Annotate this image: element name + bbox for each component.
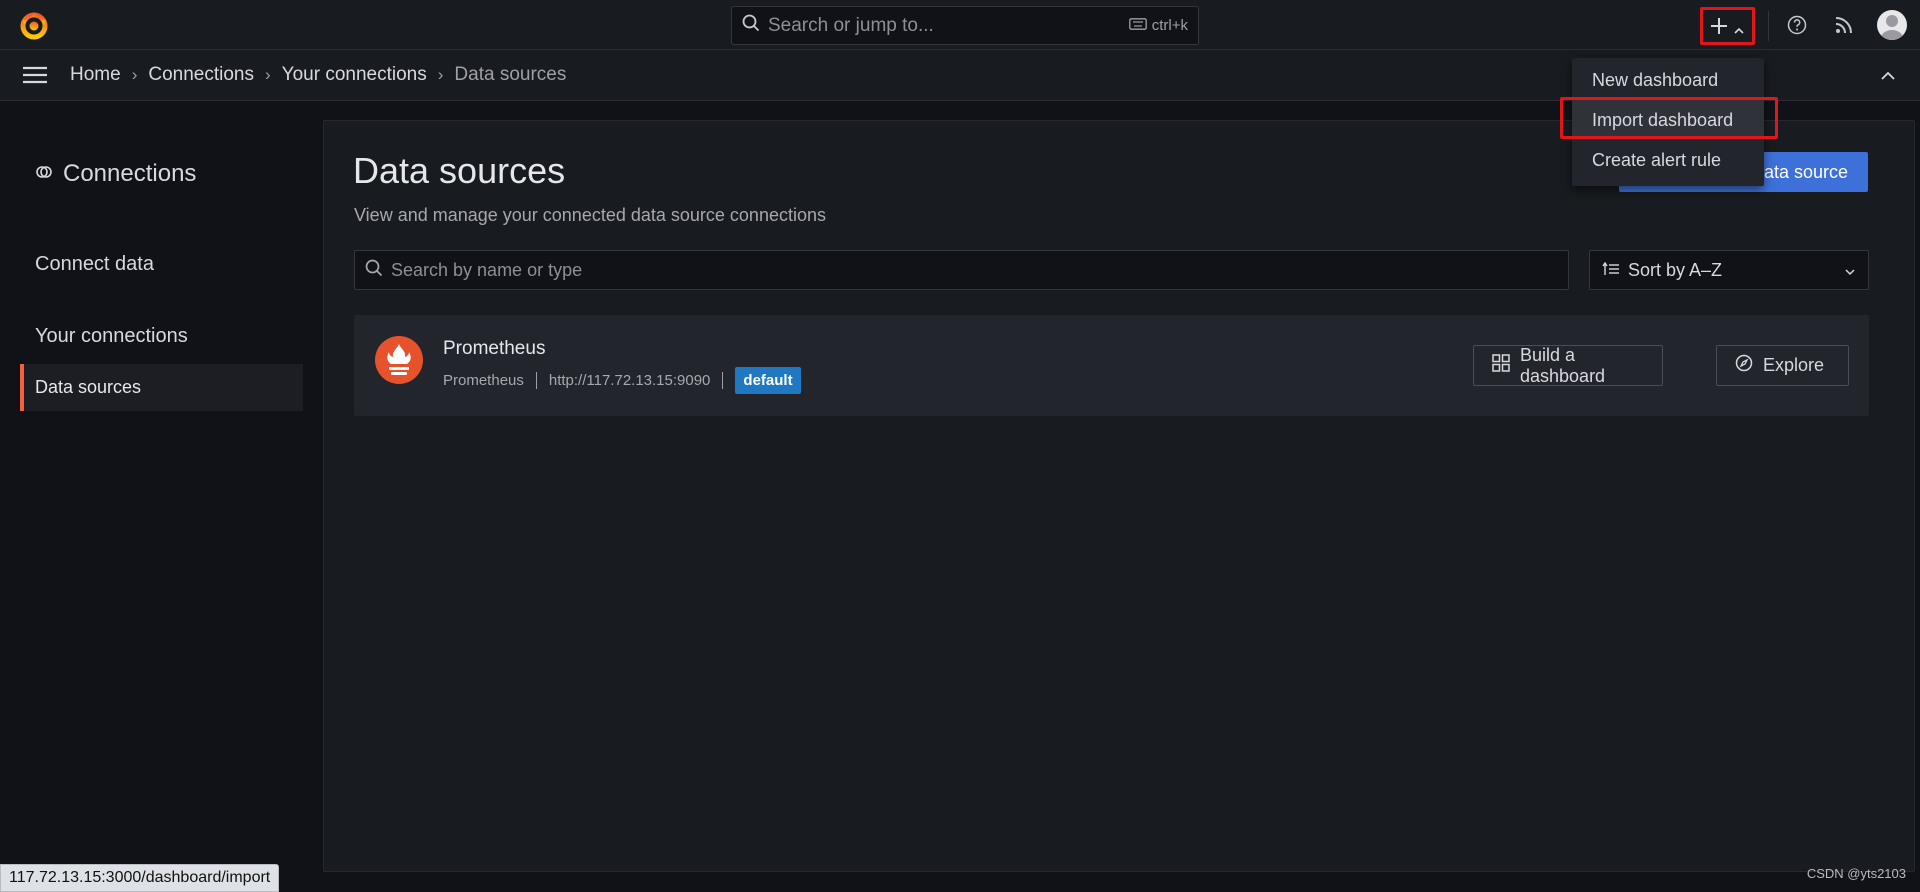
datasource-name[interactable]: Prometheus bbox=[443, 338, 545, 360]
chevron-up-icon[interactable] bbox=[1878, 66, 1898, 86]
main-content-panel bbox=[323, 120, 1915, 872]
sidebar-item-label: Data sources bbox=[35, 377, 142, 397]
compass-icon bbox=[1735, 354, 1753, 377]
sort-label: Sort by A–Z bbox=[1628, 259, 1723, 280]
rss-news-icon[interactable] bbox=[1831, 12, 1857, 38]
explore-label: Explore bbox=[1763, 355, 1825, 375]
datasource-meta: Prometheus http://117.72.13.15:9090 defa… bbox=[443, 367, 801, 394]
breadcrumb: Home › Connections › Your connections › … bbox=[70, 64, 566, 86]
datasource-type: Prometheus bbox=[443, 372, 524, 389]
sort-icon bbox=[1602, 260, 1620, 281]
sidebar-item-connect-data[interactable]: Connect data bbox=[35, 253, 154, 276]
meta-divider bbox=[535, 372, 537, 389]
dashboard-grid-icon bbox=[1492, 354, 1510, 377]
menu-item-import-dashboard[interactable]: Import dashboard bbox=[1572, 100, 1764, 140]
section-nav bbox=[0, 101, 320, 892]
link-connections-icon bbox=[35, 160, 53, 188]
search-icon bbox=[742, 14, 760, 38]
keyboard-icon bbox=[1128, 17, 1147, 34]
breadcrumb-connections[interactable]: Connections bbox=[148, 64, 254, 86]
sort-select[interactable]: Sort by A–Z bbox=[1589, 250, 1869, 290]
global-search-placeholder: Search or jump to... bbox=[768, 14, 934, 36]
datasource-url: http://117.72.13.15:9090 bbox=[548, 372, 711, 389]
search-icon bbox=[365, 259, 383, 282]
user-avatar[interactable] bbox=[1877, 10, 1907, 40]
sidebar-item-your-connections[interactable]: Your connections bbox=[35, 325, 188, 348]
section-nav-title-label: Connections bbox=[63, 160, 197, 187]
topbar-divider bbox=[1768, 11, 1769, 41]
default-badge: default bbox=[735, 367, 801, 394]
datasource-search-input[interactable]: Search by name or type bbox=[354, 250, 1569, 290]
watermark: CSDN @yts2103 bbox=[1806, 866, 1906, 881]
build-dashboard-button[interactable]: Build a dashboard bbox=[1473, 345, 1663, 386]
keyboard-shortcut: ctrl+k bbox=[1128, 17, 1188, 34]
chevron-up-icon bbox=[1733, 11, 1744, 42]
explore-button[interactable]: Explore bbox=[1716, 345, 1849, 386]
breadcrumb-home[interactable]: Home bbox=[70, 64, 121, 86]
chevron-right-icon: › bbox=[264, 65, 271, 84]
meta-divider bbox=[722, 372, 724, 389]
global-search-input[interactable]: Search or jump to... ctrl+k bbox=[731, 6, 1199, 45]
page-subtitle: View and manage your connected data sour… bbox=[354, 205, 826, 225]
add-data-source-label: ata source bbox=[1763, 161, 1848, 182]
chevron-down-icon bbox=[1844, 260, 1856, 281]
breadcrumb-data-sources: Data sources bbox=[454, 64, 567, 85]
breadcrumb-your-connections[interactable]: Your connections bbox=[282, 64, 427, 86]
new-menu-button[interactable] bbox=[1700, 9, 1753, 44]
sidebar-item-data-sources[interactable]: Data sources bbox=[20, 364, 303, 411]
browser-status-url: 117.72.13.15:3000/dashboard/import bbox=[0, 864, 280, 892]
grafana-logo-icon[interactable] bbox=[19, 11, 49, 41]
chevron-right-icon: › bbox=[437, 65, 444, 84]
section-nav-title: Connections bbox=[35, 160, 196, 188]
prometheus-logo-icon bbox=[374, 335, 424, 385]
shortcut-label: ctrl+k bbox=[1151, 17, 1188, 34]
hamburger-menu-icon[interactable] bbox=[22, 65, 48, 85]
datasource-search-placeholder: Search by name or type bbox=[391, 259, 583, 280]
help-icon[interactable] bbox=[1784, 12, 1810, 38]
menu-item-new-dashboard[interactable]: New dashboard bbox=[1572, 60, 1764, 100]
plus-icon bbox=[1710, 11, 1728, 42]
page-title: Data sources bbox=[353, 150, 566, 191]
build-dashboard-label: Build a dashboard bbox=[1520, 344, 1606, 386]
chevron-right-icon: › bbox=[131, 65, 138, 84]
menu-item-create-alert-rule[interactable]: Create alert rule bbox=[1572, 140, 1764, 180]
